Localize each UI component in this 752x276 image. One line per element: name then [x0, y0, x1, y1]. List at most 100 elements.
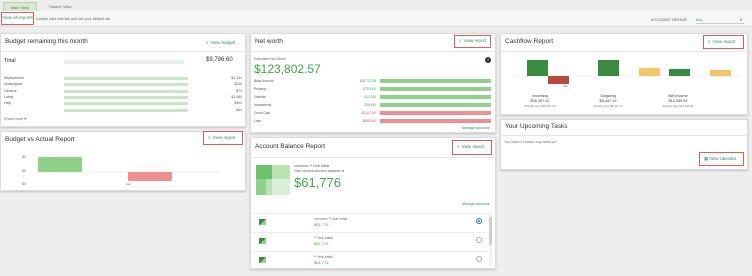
net-worth-row-bar [380, 119, 491, 123]
view-report-label: View report [461, 144, 485, 149]
toolbar [0, 11, 752, 27]
account-group-select[interactable]: ALL ▾ [696, 15, 744, 24]
scrollbar-thumb[interactable] [489, 217, 492, 245]
account-list-name: xxxxxxxx ** Hub Initial [314, 217, 348, 221]
chevron-down-icon: ▾ [739, 17, 742, 22]
budget-row: General $72 [4, 89, 242, 95]
cashflow-group-value: $12,349.92 [668, 99, 688, 103]
tab-tracker-view[interactable]: Tracker View [40, 2, 80, 11]
net-worth-amount: $123,802.57 [254, 62, 321, 76]
divider [500, 135, 748, 136]
net-worth-row-bar [380, 95, 491, 99]
outgoing-income-bar [598, 60, 619, 76]
x-tick: Jan [126, 182, 131, 186]
budget-bar [38, 157, 82, 172]
account-group-label: ACCOUNT GROUP: [651, 17, 688, 22]
scrollbar[interactable] [489, 214, 492, 266]
help-icon[interactable]: ? [485, 57, 491, 63]
net-worth-estimate-label: Estimated Net Worth [254, 57, 287, 61]
budget-row-bar [64, 89, 188, 93]
budget-row-label: Living [4, 94, 14, 99]
account-balance-view-report-button[interactable]: ⌕ View report [452, 140, 492, 155]
cashflow-group-label: Outgoing [600, 94, 616, 98]
account-thumbnail [259, 257, 266, 263]
divider [500, 51, 748, 52]
budget-row-amount: $1,084 [231, 94, 242, 99]
cashflow-group-label: Incoming [532, 94, 548, 98]
account-list-item[interactable]: ** Hub Initial $61,776 [251, 251, 491, 271]
budget-vs-actual-title: Budget vs Actual Report [5, 136, 75, 143]
tab-main-view[interactable]: Main View [3, 2, 37, 11]
cashflow-group-label: Net Income [668, 94, 688, 98]
budget-row: Unassigned $225 [4, 82, 242, 88]
cashflow-group-value: $26,267.02 [530, 99, 550, 103]
view-budget-button[interactable]: ⌕ View budget [206, 39, 235, 50]
default-tab-hint: Double click this tab and set your defau… [36, 17, 111, 21]
net-worth-row-label: Property [254, 87, 267, 91]
account-balance-manage-accounts-link[interactable]: Manage accounts [462, 202, 490, 206]
calendar-icon: ▦ [704, 156, 709, 161]
net-worth-row: Loan -$665,000 [254, 118, 491, 124]
net-worth-row: Credit Card -$2,417.50 [254, 110, 491, 116]
budget-row-label: Unassigned [4, 82, 23, 87]
incoming-bar [527, 60, 548, 76]
account-list-item[interactable]: xxxxxxxx ** Hub Initial $61,776 [251, 213, 491, 233]
budget-remaining-title: Budget remaining this month [5, 38, 88, 45]
budget-total-bar [64, 60, 184, 64]
budget-row-amount: $1,101 [231, 76, 242, 80]
net-worth-manage-accounts-link[interactable]: Manage accounts [462, 126, 490, 130]
cashflow-chart: Jan [513, 60, 741, 88]
y-tick: $0 [22, 155, 26, 159]
budget-row-bar [64, 95, 188, 99]
view-calendar-button[interactable]: ▦ View calendar [699, 152, 744, 166]
net-worth-view-report-button[interactable]: ⌕ View report [454, 35, 491, 48]
net-worth-row-bar [380, 79, 491, 83]
net-worth-row-bar [380, 87, 491, 91]
account-list-amount: $61,776 [314, 260, 329, 265]
search-icon: ⌕ [208, 135, 211, 140]
view-report-label: View report [463, 38, 487, 43]
budget-row-amount: $302 [234, 101, 242, 106]
net-worth-row-label: Loan [254, 119, 262, 123]
budget-vs-actual-view-report-button[interactable]: ⌕ View report [203, 131, 243, 145]
divider [0, 51, 246, 52]
actual-bar [128, 172, 172, 181]
net-worth-row: Vehicles $13,000 [254, 94, 491, 100]
budget-row-bar [64, 83, 188, 87]
account-balance-amount: $61,776 [294, 175, 341, 190]
cashflow-view-report-button[interactable]: ⌕ View report [703, 35, 744, 49]
show-more-link[interactable]: Show more ▾ [4, 116, 26, 121]
search-icon: ⌕ [459, 38, 462, 43]
search-icon: ⌕ [206, 40, 209, 45]
account-balance-title: Account Balance Report [255, 143, 326, 150]
net-worth-row-label: Credit Card [254, 111, 271, 115]
budget-row-bar [64, 77, 188, 80]
cashflow-group-average: Monthly avg: $12,349.92 [662, 104, 694, 108]
account-radio[interactable] [476, 218, 482, 224]
view-tabs: Main View Tracker View [0, 0, 752, 11]
budget-row-amount: $72 [236, 88, 242, 93]
account-radio[interactable] [476, 256, 482, 262]
account-radio[interactable] [476, 237, 482, 243]
net-worth-row-amount: $36,450 [364, 103, 376, 107]
net-worth-row-bar [380, 111, 491, 115]
show-more-label: Show more [4, 117, 24, 121]
account-balance-subtitle: Your current account balance is [294, 169, 345, 173]
account-thumbnail [256, 165, 290, 195]
budget-row-label: Repayments [4, 76, 24, 80]
account-list-name: ** Hub Initial [314, 236, 333, 240]
view-all-reports-button[interactable]: View all reports [1, 12, 34, 25]
upcoming-tasks-title: Your Upcoming Tasks [505, 123, 568, 130]
cashflow-group-value: $8,447.19 [599, 99, 617, 103]
budget-row-label: General [4, 88, 17, 93]
no-tasks-message: You haven't created any tasks yet [504, 140, 557, 144]
account-list-amount: $61,776 [314, 241, 329, 246]
account-list-item[interactable]: ** Hub Initial $61,776 [251, 232, 491, 252]
budget-row: Repayments $1,101 [4, 76, 242, 82]
cashflow-group-average: Monthly avg: $8,447.19 [593, 104, 623, 108]
view-calendar-label: View calendar [709, 156, 737, 161]
budget-row-amount: $225 [234, 82, 242, 87]
net-worth-row-bar [380, 103, 491, 107]
view-report-label: View report [712, 39, 736, 44]
net-worth-row-label: Investments [254, 103, 272, 107]
